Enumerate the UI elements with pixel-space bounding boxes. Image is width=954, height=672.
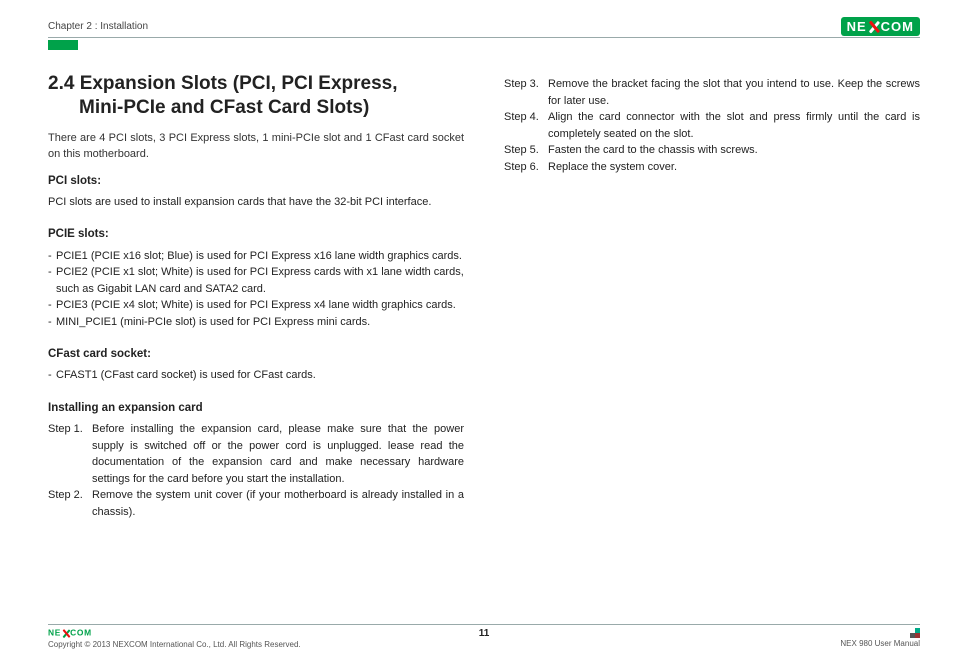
step-text: Before installing the expansion card, pl… bbox=[92, 421, 464, 487]
pcie-item-4: -MINI_PCIE1 (mini-PCIe slot) is used for… bbox=[48, 314, 464, 331]
chapter-title: Chapter 2 : Installation bbox=[48, 21, 148, 32]
step-text: Remove the bracket facing the slot that … bbox=[548, 76, 920, 109]
heading-line-2: Mini-PCIe and CFast Card Slots) bbox=[48, 96, 464, 120]
nexcom-logo: NE COM bbox=[841, 17, 920, 36]
install-step-2: Step 2. Remove the system unit cover (if… bbox=[48, 487, 464, 520]
install-heading: Installing an expansion card bbox=[48, 400, 464, 417]
cfast-item: -CFAST1 (CFast card socket) is used for … bbox=[48, 367, 464, 384]
page-footer: NE COM Copyright © 2013 NEXCOM Internati… bbox=[48, 624, 920, 649]
footer-logo-right: COM bbox=[70, 628, 92, 638]
pci-text: PCI slots are used to install expansion … bbox=[48, 194, 464, 211]
page-header: Chapter 2 : Installation NE COM bbox=[48, 18, 920, 38]
step-text: Remove the system unit cover (if your mo… bbox=[92, 487, 464, 520]
step-text: Replace the system cover. bbox=[548, 159, 920, 176]
step-text: Align the card connector with the slot a… bbox=[548, 109, 920, 142]
install-step-5: Step 5. Fasten the card to the chassis w… bbox=[504, 142, 920, 159]
pcie-heading: PCIE slots: bbox=[48, 226, 464, 243]
step-text: Fasten the card to the chassis with scre… bbox=[548, 142, 920, 159]
pcie-item-3: -PCIE3 (PCIE x4 slot; White) is used for… bbox=[48, 297, 464, 314]
logo-x-icon bbox=[868, 21, 880, 33]
logo-text-left: NE bbox=[847, 19, 867, 34]
section-heading: 2.4 Expansion Slots (PCI, PCI Express, M… bbox=[48, 72, 464, 120]
cfast-heading: CFast card socket: bbox=[48, 346, 464, 363]
step-label: Step 2. bbox=[48, 487, 92, 520]
right-column: Step 3. Remove the bracket facing the sl… bbox=[504, 72, 920, 624]
copyright-text: Copyright © 2013 NEXCOM International Co… bbox=[48, 640, 301, 649]
step-label: Step 6. bbox=[504, 159, 548, 176]
footer-logo: NE COM bbox=[48, 628, 225, 638]
manual-name: NEX 980 User Manual bbox=[840, 639, 920, 648]
step-label: Step 5. bbox=[504, 142, 548, 159]
left-column: 2.4 Expansion Slots (PCI, PCI Express, M… bbox=[48, 72, 464, 624]
pcie-item-1: -PCIE1 (PCIE x16 slot; Blue) is used for… bbox=[48, 248, 464, 265]
install-step-4: Step 4. Align the card connector with th… bbox=[504, 109, 920, 142]
corner-decoration-icon bbox=[906, 628, 920, 638]
install-step-6: Step 6. Replace the system cover. bbox=[504, 159, 920, 176]
install-step-1: Step 1. Before installing the expansion … bbox=[48, 421, 464, 487]
header-accent-bar bbox=[48, 40, 78, 50]
step-label: Step 1. bbox=[48, 421, 92, 487]
pcie-item-2: -PCIE2 (PCIE x1 slot; White) is used for… bbox=[48, 264, 464, 297]
pci-heading: PCI slots: bbox=[48, 173, 464, 190]
footer-logo-left: NE bbox=[48, 628, 61, 638]
logo-text-right: COM bbox=[881, 19, 914, 34]
install-step-3: Step 3. Remove the bracket facing the sl… bbox=[504, 76, 920, 109]
step-label: Step 4. bbox=[504, 109, 548, 142]
step-label: Step 3. bbox=[504, 76, 548, 109]
section-intro: There are 4 PCI slots, 3 PCI Express slo… bbox=[48, 130, 464, 163]
page-number: 11 bbox=[479, 628, 490, 639]
heading-line-1: 2.4 Expansion Slots (PCI, PCI Express, bbox=[48, 73, 398, 94]
footer-logo-x-icon bbox=[62, 629, 70, 637]
